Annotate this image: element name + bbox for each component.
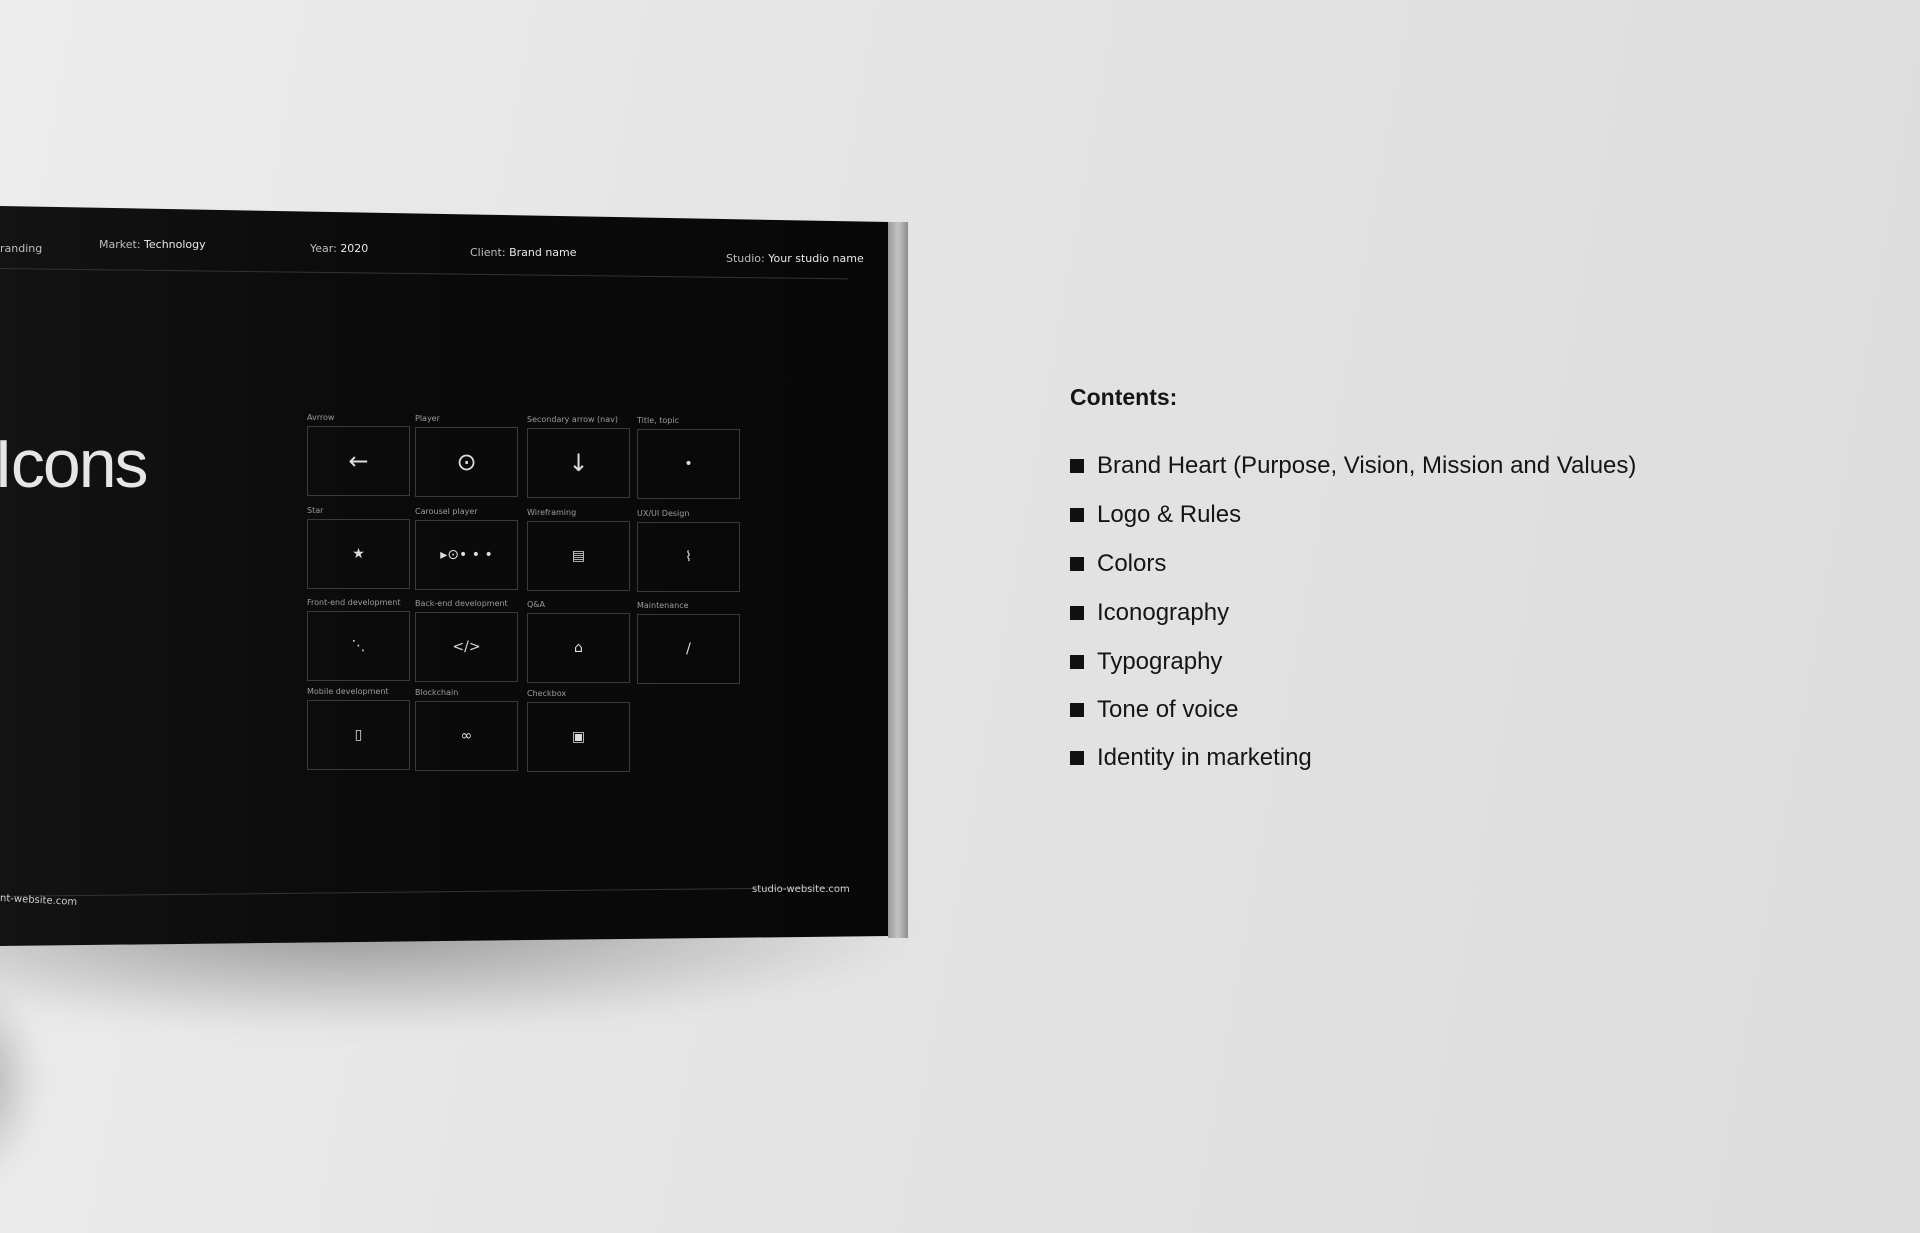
icon-label: Carousel player	[415, 507, 478, 516]
footer-right-url: studio-website.com	[752, 884, 850, 895]
dot-icon: •	[684, 456, 693, 472]
square-bullet-icon	[1070, 557, 1084, 571]
icon-label: Wireframing	[527, 508, 577, 517]
contents-item-label: Colors	[1097, 550, 1167, 577]
icon-label: Checkbox	[527, 689, 567, 698]
studio-label: Studio:	[726, 252, 765, 265]
bug-icon: ⌂	[574, 640, 583, 656]
icon-tile: </>	[415, 612, 518, 682]
icon-label: UX/UI Design	[637, 509, 690, 518]
square-bullet-icon	[1070, 508, 1084, 522]
contents-item: Brand Heart (Purpose, Vision, Mission an…	[1070, 452, 1636, 480]
icon-label: Blockchain	[415, 688, 459, 697]
contents-title: Contents:	[1070, 384, 1178, 410]
client-value: Brand name	[509, 246, 577, 259]
market-value: Technology	[144, 238, 206, 251]
icon-label: Player	[415, 414, 440, 423]
icon-tile: ▸⊙• • •	[415, 520, 518, 590]
contents-item-label: Iconography	[1097, 599, 1230, 626]
market-label: Market:	[99, 238, 141, 251]
contents-item-label: Brand Heart (Purpose, Vision, Mission an…	[1097, 452, 1637, 479]
contents-item-label: Identity in marketing	[1097, 744, 1312, 771]
header-market: Market: Technology	[99, 238, 206, 251]
page-title: Icons	[0, 426, 149, 502]
year-label: Year:	[310, 242, 337, 255]
icon-label: Secondary arrow (nav)	[527, 415, 619, 424]
icon-label: Avrrow	[307, 413, 335, 422]
phone-icon: ▯	[354, 727, 363, 743]
code-icon: </>	[452, 639, 481, 655]
arrow-down-icon: ↓	[568, 449, 589, 477]
contents-item: Typography	[1070, 648, 1222, 676]
header-year: Year: 2020	[310, 242, 368, 255]
icon-label: Back-end development	[415, 599, 508, 608]
contents-item-label: Typography	[1097, 648, 1223, 675]
icon-tile: ∞	[415, 701, 518, 771]
contents-item-label: Logo & Rules	[1097, 501, 1242, 528]
icon-tile: ▯	[307, 700, 410, 770]
square-bullet-icon	[1070, 703, 1084, 717]
play-circle-icon: ⊙	[456, 448, 477, 476]
carousel-icon: ▸⊙• • •	[440, 547, 493, 563]
studio-value: Your studio name	[768, 252, 864, 265]
booklet-shadow	[0, 980, 40, 1180]
icon-label: Star	[307, 506, 324, 515]
icon-tile: ←	[307, 426, 410, 496]
contents-item: Iconography	[1070, 599, 1229, 627]
icon-tile: ⌂	[527, 613, 630, 683]
icon-label: Q&A	[527, 600, 546, 609]
icon-tile: •	[637, 429, 740, 499]
icon-tile: ★	[307, 519, 410, 589]
header-client: Client: Brand name	[470, 246, 577, 259]
contents-item: Tone of voice	[1070, 696, 1238, 724]
contents-item: Colors	[1070, 550, 1166, 578]
checkbox-icon: ▣	[571, 729, 586, 745]
icon-tile: ↓	[527, 428, 630, 498]
pencil-icon: /	[686, 641, 691, 657]
booklet-spine	[888, 222, 908, 938]
square-bullet-icon	[1070, 655, 1084, 669]
icon-label: Title, topic	[637, 416, 679, 425]
contents-item-label: Tone of voice	[1097, 696, 1239, 723]
header-studio: Studio: Your studio name	[726, 252, 864, 265]
icon-label: Maintenance	[637, 601, 689, 610]
nodes-icon: ⋱	[351, 638, 366, 654]
icon-tile: ▣	[527, 702, 630, 772]
header-section: randing	[0, 242, 43, 255]
client-label: Client:	[470, 246, 506, 259]
icon-label: Mobile development	[307, 687, 389, 696]
icon-tile: ⊙	[415, 427, 518, 497]
wireframe-icon: ▤	[571, 548, 586, 564]
icon-tile: ⋱	[307, 611, 410, 681]
square-bullet-icon	[1070, 606, 1084, 620]
icon-tile: ▤	[527, 521, 630, 591]
square-bullet-icon	[1070, 751, 1084, 765]
chain-icon: ∞	[460, 728, 473, 744]
year-value: 2020	[340, 242, 369, 255]
contents-item: Logo & Rules	[1070, 501, 1241, 529]
arrow-left-icon: ←	[348, 447, 369, 475]
star-icon: ★	[352, 546, 365, 562]
bezier-icon: ⌇	[685, 549, 692, 565]
icon-label: Front-end development	[307, 598, 401, 607]
square-bullet-icon	[1070, 459, 1084, 473]
contents-item: Identity in marketing	[1070, 744, 1312, 772]
icon-tile: ⌇	[637, 522, 740, 592]
icon-tile: /	[637, 614, 740, 684]
